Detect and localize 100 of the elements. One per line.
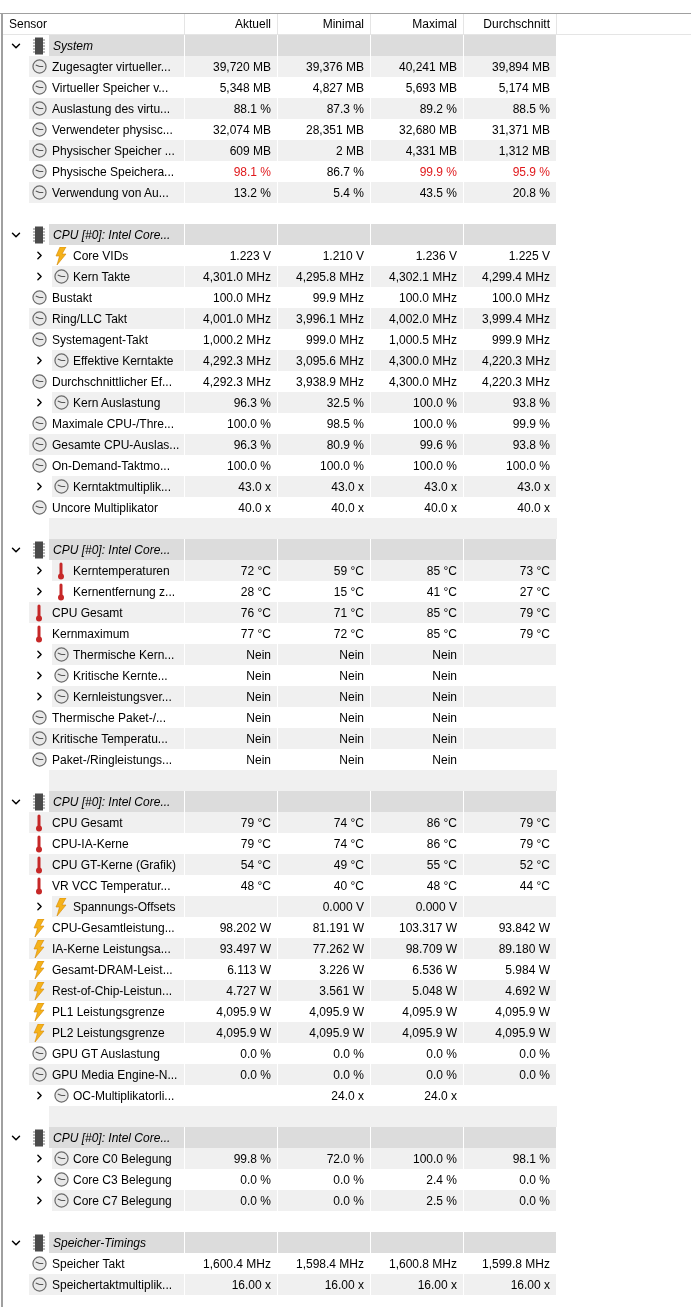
gauge-icon — [31, 374, 47, 389]
sensor-label: Kritische Kernte... — [72, 667, 168, 685]
sensor-label: Kerntemperaturen — [72, 562, 170, 580]
value-cell-text: 0.0 % — [426, 1066, 457, 1084]
gauge-icon — [53, 668, 69, 683]
lightning-bolt-icon — [33, 939, 45, 958]
value-cell-text: Nein — [246, 730, 271, 748]
value-cell-text: 4,095.9 W — [495, 1003, 550, 1021]
value-cell-text: 55 °C — [426, 856, 457, 874]
sensor-label: VR VCC Temperatur... — [51, 877, 171, 895]
value-cell-text: 43.0 x — [517, 478, 550, 496]
value-cell-text: 49 °C — [333, 856, 364, 874]
value-cell-text: 4,095.9 W — [216, 1024, 271, 1042]
sensor-label: PL1 Leistungsgrenze — [51, 1003, 165, 1021]
value-cell-text: 1.225 V — [508, 247, 550, 265]
value-cell-text: 24.0 x — [424, 1087, 457, 1105]
value-cell-text: Nein — [432, 751, 457, 769]
value-cell-text: 0.0 % — [333, 1192, 364, 1210]
value-cell-text: 5,174 MB — [498, 79, 550, 97]
group-title: Speicher-Timings — [53, 1234, 147, 1252]
value-cell-text: 20.8 % — [512, 184, 550, 202]
thermometer-icon — [57, 582, 65, 601]
value-cell-text: Nein — [432, 688, 457, 706]
value-cell-text: 79 °C — [240, 835, 271, 853]
value-cell-text: 100.0 MHz — [212, 289, 271, 307]
value-cell-text: 80.9 % — [326, 436, 364, 454]
value-cell-text: 32,074 MB — [212, 121, 271, 139]
value-cell-text: 0.000 V — [415, 898, 457, 916]
value-cell-text: 79 °C — [240, 814, 271, 832]
group-header-row[interactable]: CPU [#0]: Intel Core... — [49, 539, 557, 560]
value-cell-text: 98.5 % — [326, 415, 364, 433]
value-cell-text: 3,999.4 MHz — [481, 310, 550, 328]
sensor-label: CPU Gesamt — [51, 604, 123, 622]
column-header[interactable]: Minimal — [278, 14, 371, 34]
column-header[interactable]: Sensor — [3, 14, 185, 34]
value-cell-text: 4,292.3 MHz — [202, 352, 271, 370]
value-cell-text: 28,351 MB — [305, 121, 364, 139]
group-header-row[interactable]: Speicher-Timings — [49, 1232, 557, 1253]
group-header-row[interactable]: System — [49, 35, 557, 56]
column-header[interactable]: Durchschnitt — [464, 14, 557, 34]
value-cell-text: Nein — [339, 751, 364, 769]
value-cell-text: 86 °C — [426, 814, 457, 832]
value-cell-text: 0.0 % — [333, 1066, 364, 1084]
value-cell-text: 96.3 % — [233, 394, 271, 412]
sensor-label: Paket-/Ringleistungs... — [51, 751, 173, 769]
value-cell-text: 1,000.5 MHz — [388, 331, 457, 349]
chip-icon — [33, 225, 45, 244]
value-cell-text: Nein — [339, 646, 364, 664]
value-cell-text: 1.210 V — [322, 247, 364, 265]
sensor-label: Auslastung des virtu... — [51, 100, 171, 118]
value-cell-text: Nein — [432, 646, 457, 664]
chip-icon — [33, 1128, 45, 1147]
group-header-row[interactable]: CPU [#0]: Intel Core... — [49, 224, 557, 245]
value-cell-text: 4,220.3 MHz — [481, 352, 550, 370]
value-cell-text: 72 °C — [333, 625, 364, 643]
value-cell-text: 2.4 % — [426, 1171, 457, 1189]
value-cell-text: Nein — [246, 667, 271, 685]
gauge-icon — [53, 1088, 69, 1103]
sensor-label: Speichertaktmultiplik... — [51, 1276, 173, 1294]
value-cell-text: 3,996.1 MHz — [295, 310, 364, 328]
value-cell-text: 86 °C — [426, 835, 457, 853]
value-cell-text: 93.8 % — [512, 394, 550, 412]
value-cell-text: 71 °C — [333, 604, 364, 622]
column-header[interactable]: Aktuell — [185, 14, 278, 34]
thermometer-icon — [35, 603, 43, 622]
value-cell-text: 39,720 MB — [212, 58, 271, 76]
value-cell-text: Nein — [339, 667, 364, 685]
value-cell-text: 93.8 % — [512, 436, 550, 454]
value-cell-text: 43.5 % — [419, 184, 457, 202]
column-header[interactable]: Maximal — [371, 14, 464, 34]
value-cell-text: Nein — [339, 730, 364, 748]
value-cell-text: 4,302.1 MHz — [388, 268, 457, 286]
group-header-row[interactable]: CPU [#0]: Intel Core... — [49, 1127, 557, 1148]
value-cell-text: 31,371 MB — [491, 121, 550, 139]
value-cell-text: 3.561 W — [319, 982, 364, 1000]
sensor-label: Thermische Paket-/... — [51, 709, 167, 727]
group-header-row[interactable]: CPU [#0]: Intel Core... — [49, 791, 557, 812]
sensor-label: Core C0 Belegung — [72, 1150, 172, 1168]
value-cell-text: 0.0 % — [519, 1066, 550, 1084]
value-cell-text: 77 °C — [240, 625, 271, 643]
value-cell-text: 28 °C — [240, 583, 271, 601]
value-cell-text: 4,002.0 MHz — [388, 310, 457, 328]
sensor-label: Speicher Takt — [51, 1255, 125, 1273]
gauge-icon — [31, 458, 47, 473]
value-cell-text: 1.223 V — [229, 247, 271, 265]
value-cell-text: 89.2 % — [419, 100, 457, 118]
value-cell-text: 95.9 % — [512, 163, 550, 181]
value-cell-text: 98.202 W — [219, 919, 271, 937]
sensor-label: Kritische Temperatu... — [51, 730, 168, 748]
value-cell-text: Nein — [432, 667, 457, 685]
gauge-icon — [31, 416, 47, 431]
value-cell-text: Nein — [432, 709, 457, 727]
value-cell-text: 5.048 W — [412, 982, 457, 1000]
gauge-icon — [53, 1172, 69, 1187]
value-cell-text: 54 °C — [240, 856, 271, 874]
value-cell-text: 79 °C — [519, 814, 550, 832]
value-cell-text: 100.0 % — [412, 1150, 457, 1168]
value-cell-text: 86.7 % — [326, 163, 364, 181]
value-cell-text: 27 °C — [519, 583, 550, 601]
value-cell-text: 15 °C — [333, 583, 364, 601]
